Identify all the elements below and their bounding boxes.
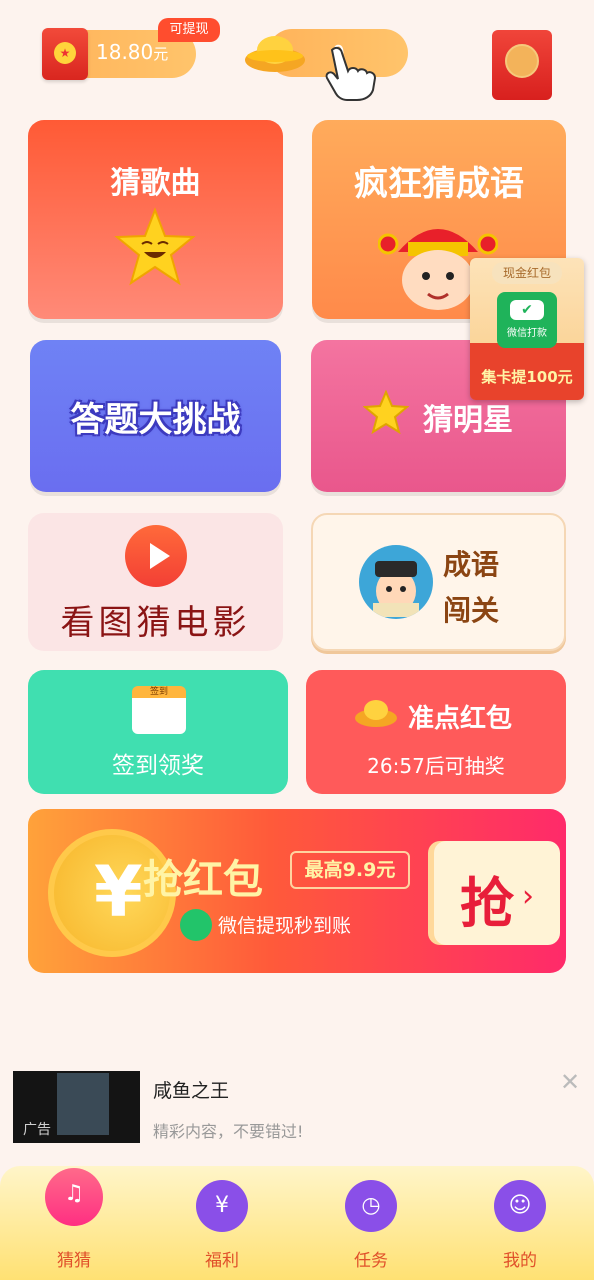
cash-amount: 18.80元 [96,40,169,64]
piggy-bank-icon: ¥ [196,1180,248,1232]
bottom-tab-bar: ♫ 猜猜 ¥ 福利 ◷ 任务 ☺ 我的 [0,1166,594,1280]
yen-symbol: ¥ [94,851,143,933]
guess-song-title: 猜歌曲 [110,166,201,201]
wechat-withdraw-text: 微信提现秒到账 [218,915,352,937]
idiom-levels-card[interactable]: 成语 闯关 [311,513,566,651]
idiom-levels-title-line2: 闯关 [443,594,500,627]
calendar-icon: 签到 [132,686,186,734]
ad-scene-image [57,1073,109,1135]
gold-ingot-icon [245,36,305,72]
guess-celebrity-title: 猜明星 [423,403,513,438]
ad-logo: 广告 [23,1122,51,1138]
timed-red-packet-countdown: 26:57后可抽奖 [367,754,505,778]
wechat-icon [180,909,212,941]
tab-tasks[interactable]: ◷ 任务 [311,1166,431,1280]
quiz-challenge-title: 答题大挑战 [70,400,241,440]
crazy-idiom-title: 疯狂猜成语 [354,164,524,204]
guess-movie-card[interactable]: 看图猜电影 [28,513,283,651]
guess-movie-title: 看图猜电影 [60,603,251,643]
gold-ingot-icon [355,700,397,727]
max-amount-tag: 最高9.9元 [290,851,410,889]
star-mascot-icon [114,207,196,286]
chevron-right-icon: › [522,879,534,914]
card-collect-prize: 集卡提100元 [481,368,573,386]
grab-red-packet-banner[interactable]: ¥ 抢红包 最高9.9元 微信提现秒到账 抢 › [28,809,566,973]
sign-in-reward-card[interactable]: 签到 签到领奖 [28,670,288,794]
red-envelope-icon: ★ [42,28,88,80]
floating-cash-envelope[interactable]: 现金红包 ✔ 微信打款 集卡提100元 [470,258,584,400]
task-clock-icon: ◷ [345,1180,397,1232]
scholar-avatar-icon [359,545,433,619]
tab-guess[interactable]: ♫ 猜猜 [14,1166,134,1280]
star-icon [363,390,409,434]
play-icon [125,525,187,587]
ad-title[interactable]: 咸鱼之王 [153,1076,229,1103]
profile-icon: ☺ [494,1180,546,1232]
tab-profile[interactable]: ☺ 我的 [460,1166,580,1280]
grab-red-packet-title: 抢红包 [143,857,263,903]
music-disc-icon: ♫ [45,1168,103,1226]
grab-button[interactable]: 抢 › [434,841,560,945]
cash-envelope-tag: 现金红包 [492,262,562,284]
red-packet-button[interactable] [492,30,552,100]
sign-in-reward-title: 签到领奖 [112,753,204,779]
tab-welfare[interactable]: ¥ 福利 [162,1166,282,1280]
guess-song-card[interactable]: 猜歌曲 [28,120,283,319]
ad-thumbnail[interactable]: 广告 [13,1071,140,1143]
pointing-hand-icon [325,46,377,101]
quiz-challenge-card[interactable]: 答题大挑战 [30,340,281,492]
idiom-levels-title-line1: 成语 [443,548,500,581]
ad-subtitle: 精彩内容，不要错过! [153,1122,304,1141]
timed-red-packet-card[interactable]: 准点红包 26:57后可抽奖 [306,670,566,794]
close-icon[interactable]: ✕ [560,1068,580,1096]
wechat-pay-icon: ✔ 微信打款 [497,292,557,348]
withdraw-badge[interactable]: 可提现 [158,18,220,42]
timed-red-packet-title: 准点红包 [408,704,513,734]
